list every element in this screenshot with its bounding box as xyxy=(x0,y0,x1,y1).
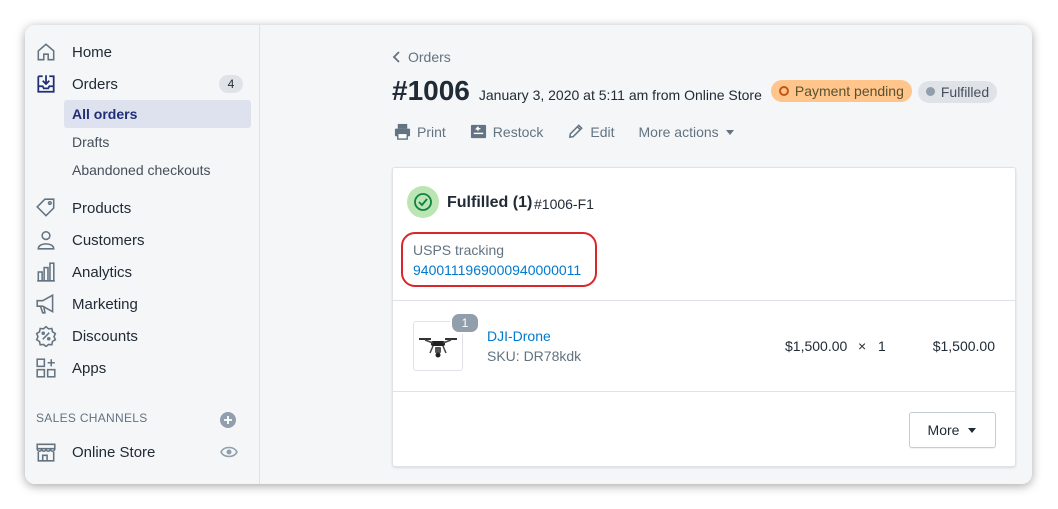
app-window: Home Orders 4 All orders Drafts Abandone… xyxy=(25,25,1032,484)
more-actions-button[interactable]: More actions xyxy=(639,124,735,140)
edit-button[interactable]: Edit xyxy=(567,123,615,140)
sidebar: Home Orders 4 All orders Drafts Abandone… xyxy=(25,25,260,484)
orders-icon xyxy=(35,73,57,95)
page-title: #1006 xyxy=(392,75,470,106)
sales-channels-title: SALES CHANNELS xyxy=(36,411,148,425)
caret-down-icon xyxy=(968,428,977,433)
discount-icon xyxy=(35,325,57,347)
fulfillment-id: #1006-F1 xyxy=(534,196,594,212)
sidebar-item-label: Marketing xyxy=(72,295,138,313)
fulfillment-status-badge: Fulfilled xyxy=(917,80,998,103)
fulfillment-card: Fulfilled (1) #1006-F1 USPS tracking 940… xyxy=(392,167,1016,467)
sidebar-item-home[interactable]: Home xyxy=(35,38,251,66)
more-button[interactable]: More xyxy=(909,412,996,448)
sidebar-item-label: Customers xyxy=(72,231,145,249)
sidebar-item-customers[interactable]: Customers xyxy=(35,226,251,254)
sidebar-item-label: Products xyxy=(72,199,132,217)
divider xyxy=(393,300,1015,301)
add-circle-icon[interactable] xyxy=(220,412,236,428)
sidebar-item-label: Home xyxy=(72,43,113,61)
tag-icon xyxy=(35,197,57,219)
times-symbol: × xyxy=(858,338,867,354)
sidebar-item-label: Apps xyxy=(72,359,107,377)
payment-status-badge: Payment pending xyxy=(770,80,912,102)
home-icon xyxy=(35,41,57,63)
orders-count-badge: 4 xyxy=(219,75,243,93)
quantity-badge: 1 xyxy=(450,312,480,334)
tracking-highlight-annotation xyxy=(401,232,597,287)
person-icon xyxy=(35,229,57,251)
sidebar-subitem-all-orders[interactable]: All orders xyxy=(64,100,251,128)
breadcrumb-orders[interactable]: Orders xyxy=(408,49,451,65)
restock-button[interactable]: Restock xyxy=(470,123,543,140)
product-sku: SKU: DR78kdk xyxy=(487,348,582,364)
bar-chart-icon xyxy=(35,261,57,283)
sidebar-item-orders[interactable]: Orders 4 xyxy=(35,70,251,98)
pending-dot-icon xyxy=(778,86,789,96)
order-actions: Print Restock Edit More actions xyxy=(394,123,759,140)
pencil-icon xyxy=(569,124,584,139)
sidebar-item-analytics[interactable]: Analytics xyxy=(35,258,251,286)
fulfilled-dot-icon xyxy=(925,87,935,96)
fulfilled-check-icon xyxy=(407,186,439,218)
line-quantity: 1 xyxy=(878,338,886,354)
breadcrumb[interactable]: Orders xyxy=(392,49,451,65)
sidebar-item-label: Discounts xyxy=(72,327,138,345)
line-total: $1,500.00 xyxy=(932,338,995,354)
restock-icon xyxy=(470,124,486,139)
unit-price: $1,500.00 xyxy=(785,338,848,354)
drone-image-icon xyxy=(419,338,457,358)
sidebar-item-label: Analytics xyxy=(72,263,133,281)
sidebar-item-online-store[interactable]: Online Store xyxy=(35,438,251,466)
fulfillment-title: Fulfilled (1) xyxy=(447,194,533,211)
order-meta: January 3, 2020 at 5:11 am from Online S… xyxy=(478,87,762,103)
print-button[interactable]: Print xyxy=(394,123,446,140)
main-content: Orders #1006 January 3, 2020 at 5:11 am … xyxy=(260,25,1032,484)
order-header: #1006 January 3, 2020 at 5:11 am from On… xyxy=(392,75,1003,107)
printer-icon xyxy=(394,123,411,140)
sidebar-item-products[interactable]: Products xyxy=(35,194,251,222)
sidebar-item-label: Orders xyxy=(72,75,118,93)
sidebar-item-discounts[interactable]: Discounts xyxy=(35,322,251,350)
sidebar-subitem-drafts[interactable]: Drafts xyxy=(64,128,251,156)
eye-icon[interactable] xyxy=(220,445,238,459)
sidebar-subitem-abandoned-checkouts[interactable]: Abandoned checkouts xyxy=(64,156,251,184)
product-name-link[interactable]: DJI-Drone xyxy=(487,328,551,344)
sidebar-item-label: Online Store xyxy=(72,443,156,461)
sidebar-item-marketing[interactable]: Marketing xyxy=(35,290,251,318)
sidebar-item-apps[interactable]: Apps xyxy=(35,354,251,382)
store-icon xyxy=(35,441,57,463)
caret-down-icon xyxy=(725,129,734,135)
megaphone-icon xyxy=(35,293,57,315)
chevron-left-icon xyxy=(392,51,400,63)
divider xyxy=(393,391,1015,392)
apps-icon xyxy=(35,357,57,379)
